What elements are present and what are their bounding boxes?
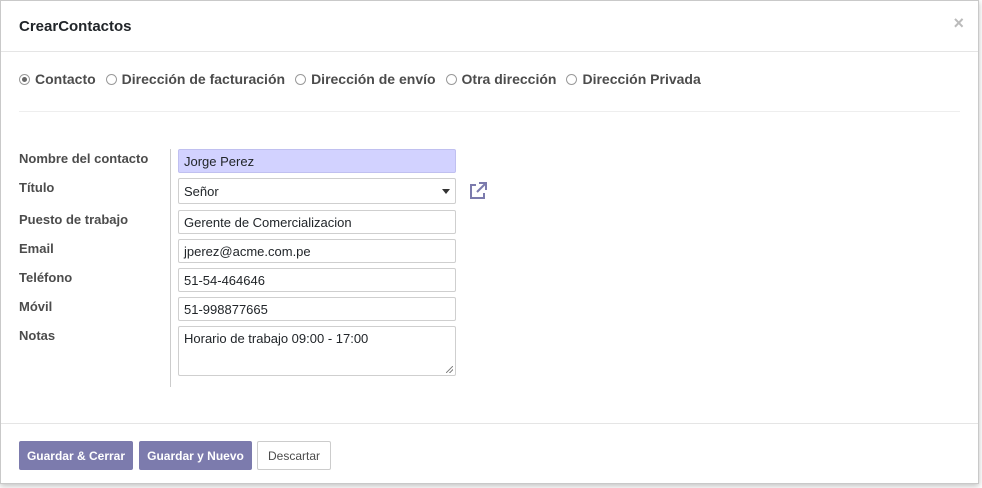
resize-handle-icon[interactable] xyxy=(446,366,453,373)
radio-direccion-privada[interactable]: Dirección Privada xyxy=(566,71,701,87)
label-title: Título xyxy=(19,180,55,195)
external-link-icon[interactable] xyxy=(468,181,488,201)
radio-label: Otra dirección xyxy=(461,71,557,87)
radio-button[interactable] xyxy=(105,73,117,85)
dialog-title: CrearContactos xyxy=(19,18,132,35)
title-select[interactable]: Señor xyxy=(178,178,456,204)
radio-button-checked[interactable] xyxy=(19,73,30,85)
dialog-footer: Guardar & Cerrar Guardar y Nuevo Descart… xyxy=(1,423,978,484)
radio-contacto[interactable]: Contacto xyxy=(19,71,96,87)
radio-direccion-envio[interactable]: Dirección de envío xyxy=(295,71,436,87)
label-job-position: Puesto de trabajo xyxy=(19,212,129,227)
address-type-radio-group: Contacto Dirección de facturación Direcc… xyxy=(19,71,711,87)
create-contact-dialog: CrearContactos × Contacto Dirección de f… xyxy=(0,0,979,484)
phone-input[interactable]: 51-54-464646 xyxy=(178,268,456,292)
form-divider-line xyxy=(170,149,171,387)
mobile-input[interactable]: 51-998877665 xyxy=(178,297,456,321)
title-select-value: Señor xyxy=(184,184,219,199)
label-notes: Notas xyxy=(19,328,56,343)
save-new-button[interactable]: Guardar y Nuevo xyxy=(139,441,252,470)
save-close-button[interactable]: Guardar & Cerrar xyxy=(19,441,133,470)
divider xyxy=(19,111,960,112)
radio-label: Dirección de envío xyxy=(311,71,436,87)
email-input[interactable]: jperez@acme.com.pe xyxy=(178,239,456,263)
label-mobile: Móvil xyxy=(19,299,53,314)
notes-value: Horario de trabajo 09:00 - 17:00 xyxy=(184,331,369,346)
radio-button[interactable] xyxy=(566,73,578,85)
radio-label: Dirección de facturación xyxy=(121,71,286,87)
radio-otra-direccion[interactable]: Otra dirección xyxy=(445,71,557,87)
job-position-input[interactable]: Gerente de Comercializacion xyxy=(178,210,456,234)
radio-button[interactable] xyxy=(445,73,457,85)
radio-button[interactable] xyxy=(295,73,307,85)
radio-label: Contacto xyxy=(35,71,96,87)
contact-name-input[interactable]: Jorge Perez xyxy=(178,149,456,173)
discard-button[interactable]: Descartar xyxy=(257,441,331,470)
chevron-down-icon xyxy=(442,189,450,194)
close-icon[interactable]: × xyxy=(953,13,964,34)
label-phone: Teléfono xyxy=(19,270,73,285)
radio-label: Dirección Privada xyxy=(582,71,701,87)
radio-direccion-facturacion[interactable]: Dirección de facturación xyxy=(105,71,286,87)
label-contact-name: Nombre del contacto xyxy=(19,151,149,166)
notes-textarea[interactable]: Horario de trabajo 09:00 - 17:00 xyxy=(178,326,456,376)
label-email: Email xyxy=(19,241,54,256)
dialog-header: CrearContactos × xyxy=(1,1,978,52)
